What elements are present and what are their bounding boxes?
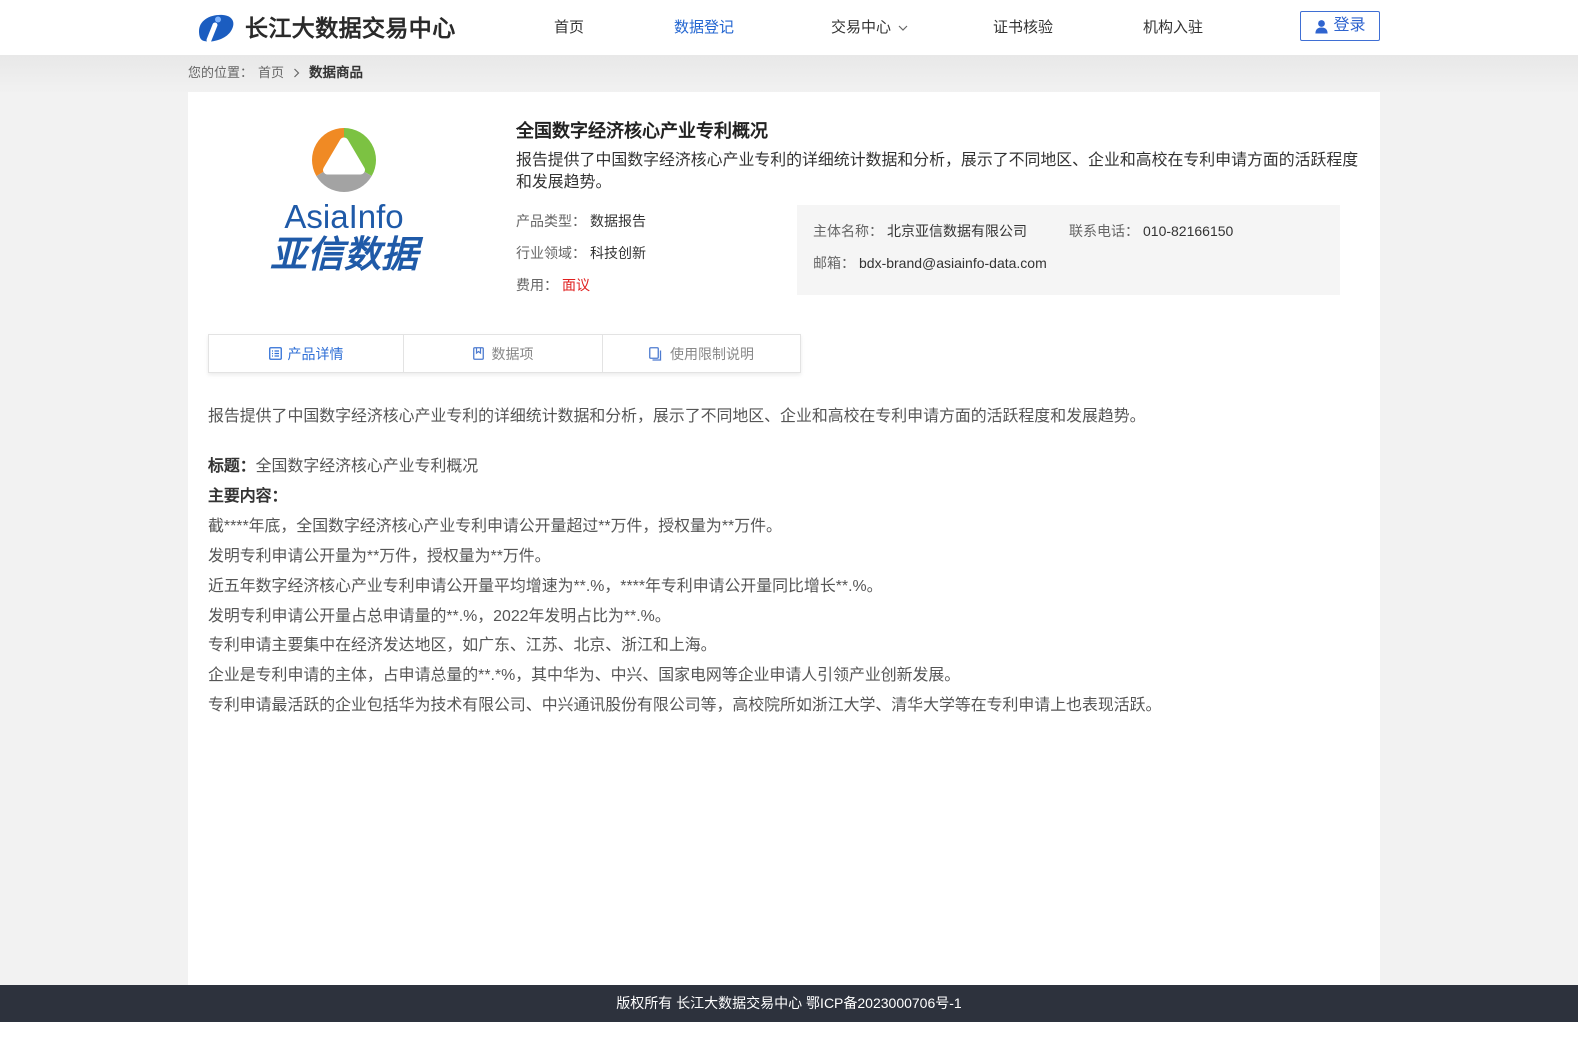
product-title: 全国数字经济核心产业专利概况 [516, 121, 768, 141]
field-value: 科技创新 [590, 245, 646, 261]
breadcrumb: 您的位置： 首页 数据商品 [188, 63, 363, 83]
tab-label: 使用限制说明 [670, 345, 754, 362]
detail-line: 专利申请最活跃的企业包括华为技术有限公司、中兴通讯股份有限公司等，高校院所如浙江… [208, 697, 1162, 715]
footer-copyright: 版权所有 长江大数据交易中心 鄂ICP备2023000706号-1 [616, 995, 962, 1011]
field-label: 行业领域： [516, 245, 586, 261]
provider-email-label: 邮箱： [813, 255, 855, 271]
list-doc-icon [268, 347, 282, 360]
nav-institution-join[interactable]: 机构入驻 [1143, 18, 1203, 38]
tab-usage-restrictions[interactable]: 使用限制说明 [603, 335, 800, 372]
breadcrumb-prefix: 您的位置： [188, 65, 254, 80]
provider-name-row: 主体名称： 北京亚信数据有限公司 [813, 221, 1027, 241]
field-industry: 行业领域： 科技创新 [516, 243, 646, 275]
chevron-down-icon[interactable] [898, 25, 908, 31]
tab-label: 数据项 [491, 345, 534, 362]
provider-name: 北京亚信数据有限公司 [887, 223, 1027, 239]
provider-phone: 010-82166150 [1143, 223, 1234, 239]
chevron-right-icon [294, 68, 300, 78]
bookmark-doc-icon [472, 347, 484, 360]
field-price: 费用： 面议 [516, 275, 646, 307]
detail-line: 发明专利申请公开量占总申请量的**.%，2022年发明占比为**.%。 [208, 607, 671, 625]
provider-info-box: 主体名称： 北京亚信数据有限公司 联系电话： 010-82166150 邮箱： bdx… [797, 205, 1340, 295]
footer: 版权所有 长江大数据交易中心 鄂ICP备2023000706号-1 [0, 985, 1578, 1022]
nav-trading-center[interactable]: 交易中心 [831, 18, 891, 38]
detail-line: 截****年底，全国数字经济核心产业专利申请公开量超过**万件，授权量为**万件… [208, 517, 782, 535]
copy-doc-icon [649, 346, 662, 361]
provider-email: bdx-brand@asiainfo-data.com [859, 255, 1047, 271]
page-bottom [0, 1022, 1578, 1050]
field-product-type: 产品类型： 数据报告 [516, 211, 646, 243]
breadcrumb-current: 数据商品 [309, 65, 364, 80]
breadcrumb-home[interactable]: 首页 [258, 63, 284, 83]
nav-home[interactable]: 首页 [554, 18, 584, 38]
detail-line: 专利申请主要集中在经济发达地区，如广东、江苏、北京、浙江和上海。 [208, 637, 717, 655]
logo-wordmark: AsiaInfo [284, 198, 403, 235]
detail-intro: 报告提供了中国数字经济核心产业专利的详细统计数据和分析，展示了不同地区、企业和高… [208, 408, 1146, 425]
tab-label: 产品详情 [287, 345, 344, 362]
provider-name-label: 主体名称： [813, 223, 883, 239]
provider-email-row: 邮箱： bdx-brand@asiainfo-data.com [813, 253, 1047, 273]
user-icon [1315, 19, 1329, 34]
field-label: 费用： [516, 277, 558, 293]
nav-certificate-verify[interactable]: 证书核验 [993, 18, 1053, 38]
field-value: 数据报告 [590, 213, 646, 229]
detail-line: 近五年数字经济核心产业专利申请公开量平均增速为**.%，****年专利申请公开量… [208, 577, 883, 595]
detail-line: 企业是专利申请的主体，占申请总量的**.*%，其中华为、中兴、国家电网等企业申请… [208, 667, 961, 685]
detail-tabs: 产品详情 数据项 使用限制说明 [208, 334, 801, 373]
breadcrumb-bar: 您的位置： 首页 数据商品 [0, 55, 1578, 92]
detail-title-label: 标题： [208, 458, 256, 475]
detail-title-row: 标题：全国数字经济核心产业专利概况 [208, 452, 1368, 482]
provider-logo: AsiaInfo 亚信数据 [270, 128, 424, 275]
provider-phone-row: 联系电话： 010-82166150 [1069, 221, 1233, 241]
login-button[interactable]: 登录 [1300, 11, 1380, 41]
logo-chinese-name: 亚信数据 [270, 234, 424, 275]
product-fields: 产品类型： 数据报告 行业领域： 科技创新 费用： 面议 [516, 211, 646, 307]
top-header: 长江大数据交易中心 首页 数据登记 交易中心 证书核验 机构入驻 登录 [0, 0, 1578, 55]
tab-product-details[interactable]: 产品详情 [209, 335, 404, 372]
nav-data-registration[interactable]: 数据登记 [674, 18, 734, 38]
detail-content: 标题：全国数字经济核心产业专利概况 主要内容： 截****年底，全国数字经济核心… [208, 452, 1368, 721]
provider-phone-label: 联系电话： [1069, 223, 1139, 239]
detail-title-value: 全国数字经济核心产业专利概况 [255, 458, 479, 475]
field-label: 产品类型： [516, 213, 586, 229]
detail-line: 发明专利申请公开量为**万件，授权量为**万件。 [208, 547, 551, 565]
login-label: 登录 [1333, 17, 1366, 34]
brand-name[interactable]: 长江大数据交易中心 [245, 14, 456, 42]
tab-data-items[interactable]: 数据项 [404, 335, 603, 372]
product-summary: 报告提供了中国数字经济核心产业专利的详细统计数据和分析，展示了不同地区、企业和高… [516, 152, 1359, 191]
price-value: 面议 [562, 277, 590, 293]
brand-logo-icon[interactable] [195, 11, 237, 45]
product-card: AsiaInfo 亚信数据 全国数字经济核心产业专利概况 报告提供了中国数字经济… [188, 92, 1380, 985]
detail-main-label: 主要内容： [208, 487, 288, 505]
